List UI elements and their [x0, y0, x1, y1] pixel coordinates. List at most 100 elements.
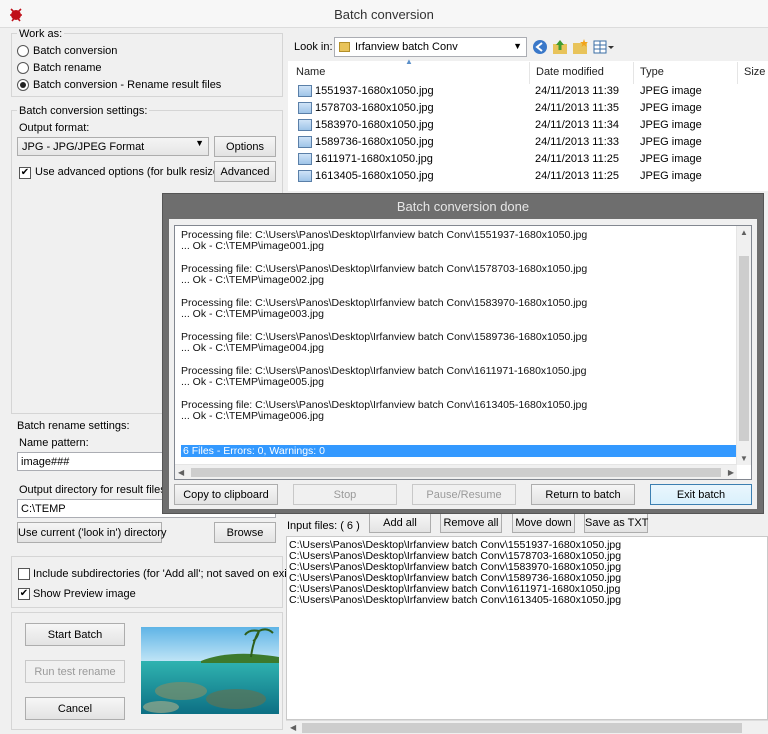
name-pattern-input[interactable]: image### [17, 452, 167, 471]
pause-resume-button[interactable]: Pause/Resume [412, 484, 516, 505]
column-name[interactable]: Name [290, 62, 530, 84]
log-ok-line: ... Ok - C:\TEMP\image003.jpg [181, 308, 324, 320]
run-test-rename-button[interactable]: Run test rename [25, 660, 125, 683]
file-type: JPEG image [640, 85, 702, 97]
file-row[interactable]: 1613405-1680x1050.jpg 24/11/2013 11:25 JPE… [290, 168, 768, 185]
radio-batch-conversion[interactable] [17, 45, 29, 57]
batch-done-dialog: Batch conversion done Processing file: C… [162, 193, 764, 514]
file-row[interactable]: 1589736-1680x1050.jpg 24/11/2013 11:33 JPE… [290, 134, 768, 151]
save-as-txt-button[interactable]: Save as TXT [584, 513, 648, 533]
radio-convert-rename[interactable] [17, 79, 29, 91]
include-subdirectories-label[interactable]: Include subdirectories (for 'Add all'; n… [33, 568, 293, 580]
back-icon[interactable] [532, 39, 548, 55]
options-button[interactable]: Options [214, 136, 276, 157]
radio-batch-rename[interactable] [17, 62, 29, 74]
dialog-body: Processing file: C:\Users\Panos\Desktop\… [169, 219, 757, 509]
options-group [11, 556, 283, 608]
jpeg-file-icon [298, 119, 312, 131]
preview-image [141, 627, 279, 714]
jpeg-file-icon [298, 102, 312, 114]
look-in-select[interactable]: Irfanview batch Conv ▼ [334, 37, 527, 57]
move-down-button[interactable]: Move down [512, 513, 575, 533]
window-title: Batch conversion [334, 7, 434, 22]
conversion-log[interactable]: Processing file: C:\Users\Panos\Desktop\… [174, 225, 752, 480]
file-type: JPEG image [640, 119, 702, 131]
log-ok-line: ... Ok - C:\TEMP\image004.jpg [181, 342, 324, 354]
browse-button[interactable]: Browse [214, 522, 276, 543]
show-preview-checkbox[interactable]: ✔ [18, 588, 30, 600]
file-date: 24/11/2013 11:35 [535, 102, 620, 114]
log-ok-line: ... Ok - C:\TEMP\image001.jpg [181, 240, 324, 252]
scroll-down-icon[interactable]: ▼ [740, 454, 748, 463]
scroll-left-icon[interactable]: ◀ [178, 468, 184, 477]
input-files-label: Input files: ( 6 ) [287, 520, 360, 532]
rename-settings-heading: Batch rename settings: [17, 420, 130, 432]
file-date: 24/11/2013 11:33 [535, 136, 620, 148]
file-type: JPEG image [640, 153, 702, 165]
chevron-down-icon: ▼ [195, 138, 204, 148]
add-all-button[interactable]: Add all [369, 513, 431, 533]
file-row[interactable]: 1578703-1680x1050.jpg 24/11/2013 11:35 JPE… [290, 100, 768, 117]
copy-to-clipboard-button[interactable]: Copy to clipboard [174, 484, 278, 505]
look-in-label: Look in: [294, 41, 333, 53]
file-type: JPEG image [640, 170, 702, 182]
return-to-batch-button[interactable]: Return to batch [531, 484, 635, 505]
file-row[interactable]: 1611971-1680x1050.jpg 24/11/2013 11:25 JPE… [290, 151, 768, 168]
scroll-right-icon[interactable]: ▶ [728, 468, 734, 477]
column-type[interactable]: Type [634, 62, 738, 84]
advanced-options-checkbox[interactable]: ✔ [19, 167, 31, 179]
log-summary-line[interactable]: 6 Files - Errors: 0, Warnings: 0 [181, 445, 741, 457]
file-row[interactable]: 1551937-1680x1050.jpg 24/11/2013 11:39 JPE… [290, 83, 768, 100]
conversion-settings-heading: Batch conversion settings: [17, 105, 150, 117]
advanced-button[interactable]: Advanced [214, 161, 276, 182]
log-ok-line: ... Ok - C:\TEMP\image005.jpg [181, 376, 324, 388]
use-current-directory-button[interactable]: Use current ('look in') directory [17, 522, 166, 543]
column-size[interactable]: Size [738, 62, 768, 84]
radio-batch-rename-label[interactable]: Batch rename [33, 62, 101, 74]
show-preview-label[interactable]: Show Preview image [33, 588, 136, 600]
file-row[interactable]: 1583970-1680x1050.jpg 24/11/2013 11:34 JPE… [290, 117, 768, 134]
scroll-left-icon[interactable]: ◀ [290, 723, 296, 732]
file-type: JPEG image [640, 136, 702, 148]
title-bar: Batch conversion [0, 0, 768, 28]
log-ok-line: ... Ok - C:\TEMP\image002.jpg [181, 274, 324, 286]
up-folder-icon[interactable] [552, 39, 568, 55]
radio-batch-conversion-label[interactable]: Batch conversion [33, 45, 117, 57]
log-vscrollbar[interactable]: ▲ ▼ [736, 226, 751, 465]
scroll-thumb[interactable] [739, 256, 749, 441]
new-folder-icon[interactable] [572, 39, 588, 55]
advanced-options-label[interactable]: Use advanced options (for bulk resize...… [35, 166, 232, 178]
file-name: 1611971-1680x1050.jpg [315, 153, 433, 165]
output-format-label: Output format: [19, 122, 90, 134]
view-menu-icon[interactable] [593, 39, 615, 55]
file-name: 1578703-1680x1050.jpg [315, 102, 434, 114]
include-subdirectories-checkbox[interactable] [18, 568, 30, 580]
log-hscrollbar[interactable]: ◀ ▶ [175, 464, 737, 479]
output-format-select[interactable]: JPG - JPG/JPEG Format ▼ [17, 137, 209, 156]
stop-button[interactable]: Stop [293, 484, 397, 505]
file-name: 1583970-1680x1050.jpg [315, 119, 434, 131]
file-name: 1589736-1680x1050.jpg [315, 136, 434, 148]
input-files-list[interactable]: C:\Users\Panos\Desktop\Irfanview batch C… [286, 536, 768, 720]
column-date-modified[interactable]: Date modified [530, 62, 634, 84]
log-ok-line: ... Ok - C:\TEMP\image006.jpg [181, 410, 324, 422]
scroll-thumb[interactable] [191, 468, 721, 477]
file-type: JPEG image [640, 102, 702, 114]
scroll-up-icon[interactable]: ▲ [740, 228, 748, 237]
name-pattern-label: Name pattern: [19, 437, 89, 449]
exit-batch-button[interactable]: Exit batch [650, 484, 752, 505]
jpeg-file-icon [298, 136, 312, 148]
radio-convert-rename-label[interactable]: Batch conversion - Rename result files [33, 79, 221, 91]
list-item[interactable]: C:\Users\Panos\Desktop\Irfanview batch C… [289, 594, 621, 606]
file-date: 24/11/2013 11:39 [535, 85, 620, 97]
cancel-button[interactable]: Cancel [25, 697, 125, 720]
output-format-value: JPG - JPG/JPEG Format [22, 141, 145, 153]
chevron-down-icon: ▼ [513, 41, 522, 51]
start-batch-button[interactable]: Start Batch [25, 623, 125, 646]
scroll-thumb[interactable] [302, 723, 742, 733]
dialog-title: Batch conversion done [396, 199, 530, 214]
look-in-value: Irfanview batch Conv [355, 41, 458, 53]
input-list-hscrollbar[interactable]: ◀ [286, 720, 768, 734]
remove-all-button[interactable]: Remove all [440, 513, 502, 533]
file-date: 24/11/2013 11:25 [535, 153, 620, 165]
